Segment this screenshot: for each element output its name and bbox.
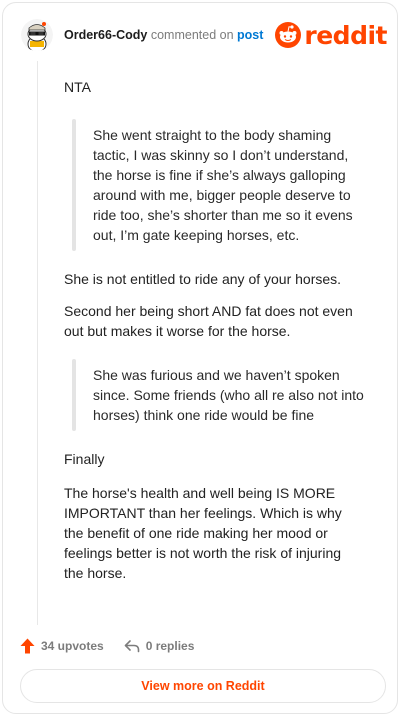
user-avatar[interactable] bbox=[21, 19, 53, 51]
reddit-snoo-icon bbox=[275, 22, 302, 48]
snoo-avatar-icon bbox=[21, 19, 53, 51]
comment-footer: 34 upvotes 0 replies bbox=[20, 635, 194, 657]
upvote-count: 34 upvotes bbox=[41, 639, 104, 653]
comment-body: NTA She went straight to the body shamin… bbox=[64, 77, 364, 596]
blockquote-text: She went straight to the body shaming ta… bbox=[93, 127, 353, 243]
comment-paragraph: Finally bbox=[64, 451, 105, 467]
replies-button[interactable]: 0 replies bbox=[124, 639, 195, 653]
post-link[interactable]: post bbox=[237, 28, 263, 42]
comment-meta: Order66-Cody commented on post bbox=[64, 28, 263, 42]
reddit-logo[interactable]: reddit bbox=[275, 18, 387, 52]
view-more-button[interactable]: View more on Reddit bbox=[20, 669, 386, 703]
comment-paragraph: She is not entitled to ride any of your … bbox=[64, 271, 342, 287]
upvote-arrow-icon bbox=[20, 638, 35, 654]
blockquote-text: She was furious and we haven’t spoken si… bbox=[93, 367, 364, 423]
blockquote: She was furious and we haven’t spoken si… bbox=[72, 355, 364, 435]
upvote-button[interactable]: 34 upvotes bbox=[20, 638, 104, 654]
reply-count: 0 replies bbox=[145, 639, 195, 653]
thread-line bbox=[37, 61, 38, 625]
reddit-wordmark: reddit bbox=[304, 20, 387, 50]
comment-header: Order66-Cody commented on post reddit bbox=[21, 17, 387, 53]
username-link[interactable]: Order66-Cody bbox=[64, 28, 147, 42]
commented-on-label: commented on bbox=[150, 28, 234, 42]
blockquote: She went straight to the body shaming ta… bbox=[72, 115, 364, 255]
comment-paragraph: The horse's health and well being IS MOR… bbox=[64, 485, 342, 581]
comment-embed-card: Order66-Cody commented on post reddit NT… bbox=[2, 2, 398, 714]
comment-paragraph: Second her being short AND fat does not … bbox=[64, 303, 353, 339]
comment-paragraph: NTA bbox=[64, 79, 91, 95]
reply-arrow-icon bbox=[124, 640, 140, 653]
